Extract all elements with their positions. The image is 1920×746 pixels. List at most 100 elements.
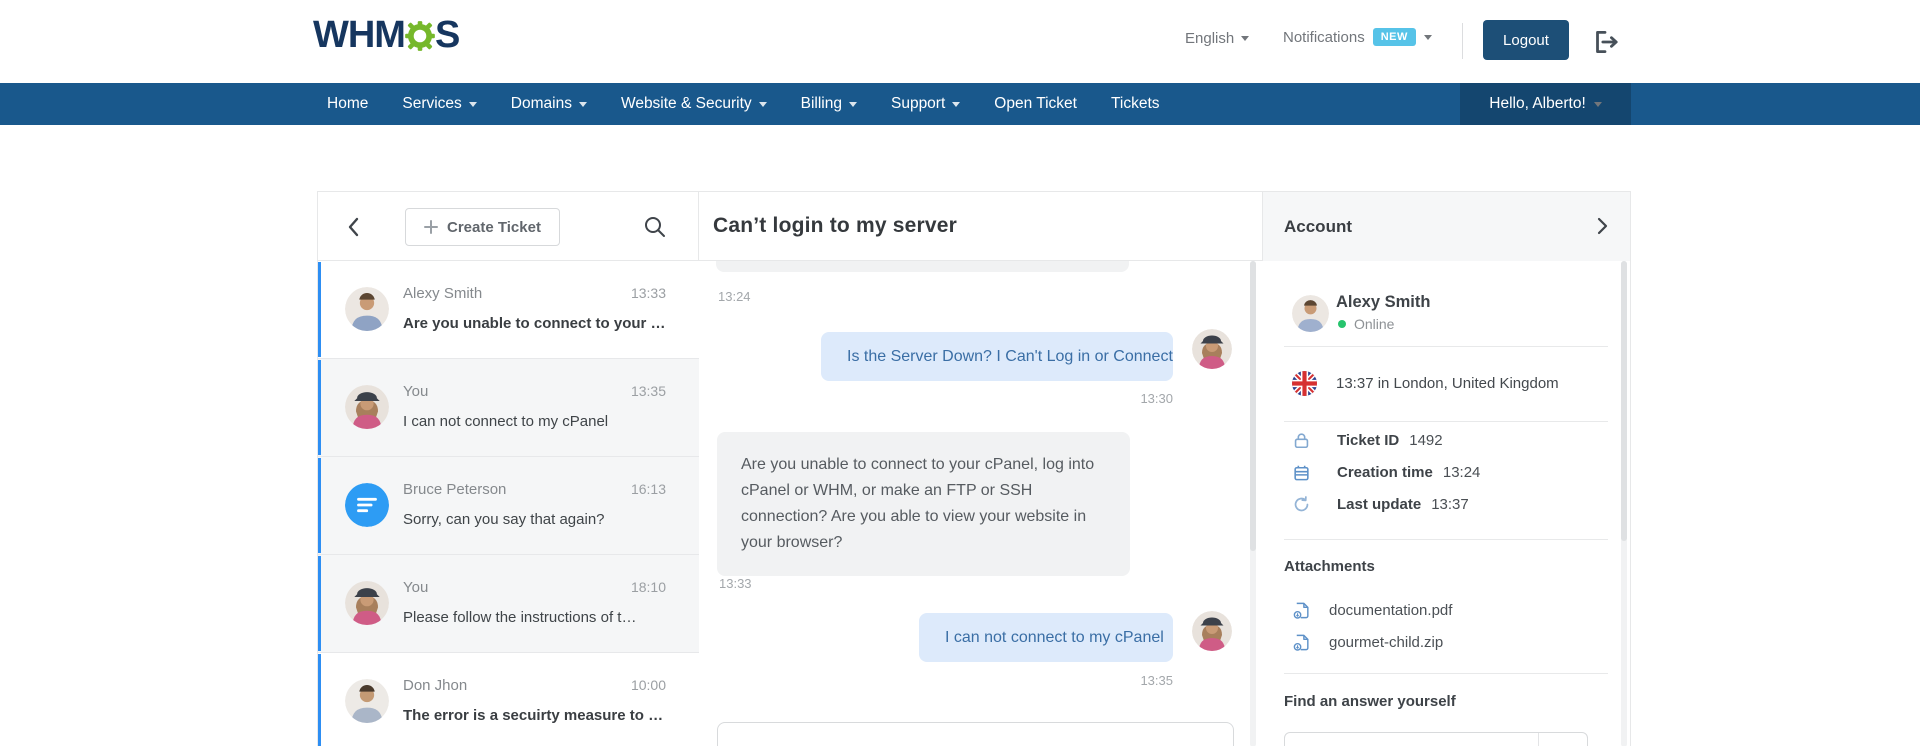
- chat-lines-icon: [345, 483, 389, 527]
- chevron-right-icon[interactable]: [1594, 216, 1610, 241]
- find-answer-title: Find an answer yourself: [1284, 693, 1456, 710]
- logout-button[interactable]: Logout: [1483, 20, 1569, 60]
- refresh-icon: [1292, 495, 1311, 514]
- info-value: 1492: [1409, 432, 1442, 449]
- nav-item-billing[interactable]: Billing: [801, 95, 857, 113]
- logo-text-s: S: [435, 14, 459, 57]
- nav-item-home[interactable]: Home: [327, 95, 368, 113]
- message-bubble-outgoing: Is the Server Down? I Can't Log in or Co…: [821, 332, 1173, 381]
- divider: [1284, 673, 1608, 674]
- message-time: 13:30: [821, 391, 1173, 406]
- ticket-list-item[interactable]: You 18:10 Please follow the instructions…: [318, 554, 699, 652]
- account-title: Account: [1284, 217, 1352, 237]
- nav-item-open-ticket[interactable]: Open Ticket: [994, 95, 1077, 113]
- nav-label: Billing: [801, 95, 842, 113]
- nav-label: Home: [327, 95, 368, 113]
- message-time: 13:24: [718, 289, 751, 304]
- top-header: WHM S English Notifications: [0, 0, 1920, 83]
- unread-accent-bar: [318, 262, 321, 357]
- accent-bar: [318, 360, 321, 455]
- file-download-icon: [1292, 601, 1311, 620]
- ticket-list: Alexy Smith 13:33 Are you unable to conn…: [318, 261, 699, 746]
- ticket-list-item[interactable]: You 13:35 I can not connect to my cPanel: [318, 358, 699, 456]
- notifications-label: Notifications: [1283, 29, 1365, 46]
- message-bubble-incoming: Are you unable to connect to your cPanel…: [717, 432, 1130, 576]
- back-icon[interactable]: [344, 215, 364, 244]
- ticket-list-header: Create Ticket: [318, 192, 699, 261]
- attachment-name: gourmet-child.zip: [1329, 634, 1443, 651]
- header-divider: [1462, 23, 1463, 59]
- info-value: 13:37: [1431, 496, 1469, 513]
- scrollbar-thumb[interactable]: [1621, 261, 1627, 541]
- attachment-link[interactable]: documentation.pdf: [1292, 601, 1452, 620]
- last-update-row: Last update 13:37: [1292, 495, 1469, 514]
- notifications-menu[interactable]: Notifications NEW: [1283, 28, 1432, 46]
- online-status: Online: [1338, 316, 1394, 332]
- ticket-preview: I can not connect to my cPanel: [403, 413, 608, 430]
- create-ticket-button[interactable]: Create Ticket: [405, 208, 560, 246]
- scrollbar-thumb[interactable]: [1250, 261, 1256, 551]
- knowledgebase-search-input[interactable]: [1284, 732, 1588, 746]
- uk-flag-icon: [1292, 371, 1317, 396]
- ticket-preview: Are you unable to connect to your …: [403, 315, 666, 332]
- creation-time-row: Creation time 13:24: [1292, 463, 1480, 482]
- online-dot-icon: [1338, 320, 1346, 328]
- reply-input[interactable]: [717, 722, 1234, 746]
- nav-item-domains[interactable]: Domains: [511, 95, 587, 113]
- ticket-list-item[interactable]: Don Jhon 10:00 The error is a secuirty m…: [318, 652, 699, 746]
- ticket-time: 13:33: [631, 285, 666, 301]
- ticket-preview: The error is a secuirty measure to …: [403, 707, 663, 724]
- support-ticket-widget: Create Ticket Can’t login to my server A…: [317, 191, 1631, 746]
- greeting-label: Hello, Alberto!: [1489, 95, 1586, 113]
- unread-accent-bar: [318, 654, 321, 746]
- chevron-down-icon: [759, 102, 767, 107]
- chevron-down-icon: [849, 102, 857, 107]
- attachments-title: Attachments: [1284, 558, 1375, 575]
- ticket-list-item[interactable]: Alexy Smith 13:33 Are you unable to conn…: [318, 261, 699, 358]
- chat-header: Can’t login to my server: [699, 192, 1263, 261]
- info-label: Creation time: [1337, 464, 1433, 481]
- nav-label: Domains: [511, 95, 572, 113]
- chevron-down-icon: [952, 102, 960, 107]
- account-panel: Alexy Smith Online 13:37 in London, Unit…: [1263, 192, 1631, 746]
- sign-out-icon[interactable]: [1590, 27, 1620, 62]
- whmcs-logo[interactable]: WHM S: [313, 14, 459, 57]
- chevron-down-icon: [469, 102, 477, 107]
- file-download-icon: [1292, 633, 1311, 652]
- nav-item-tickets[interactable]: Tickets: [1111, 95, 1160, 113]
- message-time: 13:35: [919, 673, 1173, 688]
- chat-scrollbar[interactable]: [1250, 261, 1256, 746]
- ticket-time: 10:00: [631, 677, 666, 693]
- ticket-preview: Please follow the instructions of t…: [403, 609, 636, 626]
- chevron-down-icon: [1241, 36, 1249, 41]
- user-menu[interactable]: Hello, Alberto!: [1460, 83, 1631, 125]
- ticket-preview: Sorry, can you say that again?: [403, 511, 605, 528]
- attachment-name: documentation.pdf: [1329, 602, 1452, 619]
- account-scrollbar[interactable]: [1621, 261, 1627, 746]
- search-icon[interactable]: [643, 215, 667, 244]
- ticket-sender: You: [403, 579, 428, 596]
- nav-label: Tickets: [1111, 95, 1160, 113]
- ticket-list-item[interactable]: Bruce Peterson 16:13 Sorry, can you say …: [318, 456, 699, 554]
- main-navbar: Home Services Domains Website & Security…: [0, 83, 1920, 125]
- avatar: [345, 679, 389, 723]
- nav-label: Services: [402, 95, 461, 113]
- plus-icon: [424, 220, 438, 234]
- nav-item-services[interactable]: Services: [402, 95, 476, 113]
- divider: [1284, 346, 1608, 347]
- nav-item-support[interactable]: Support: [891, 95, 960, 113]
- nav-item-website-security[interactable]: Website & Security: [621, 95, 767, 113]
- language-label: English: [1185, 30, 1234, 47]
- local-time: 13:37 in London, United Kingdom: [1336, 375, 1559, 392]
- avatar: [1292, 295, 1329, 332]
- message-bubble-outgoing: I can not connect to my cPanel: [919, 613, 1173, 662]
- nav-label: Website & Security: [621, 95, 752, 113]
- language-selector[interactable]: English: [1185, 30, 1249, 47]
- info-label: Ticket ID: [1337, 432, 1399, 449]
- accent-bar: [318, 458, 321, 553]
- ticket-sender: Don Jhon: [403, 677, 467, 694]
- create-ticket-label: Create Ticket: [447, 219, 541, 236]
- attachment-link[interactable]: gourmet-child.zip: [1292, 633, 1443, 652]
- divider: [1284, 421, 1608, 422]
- account-user-name: Alexy Smith: [1336, 293, 1430, 312]
